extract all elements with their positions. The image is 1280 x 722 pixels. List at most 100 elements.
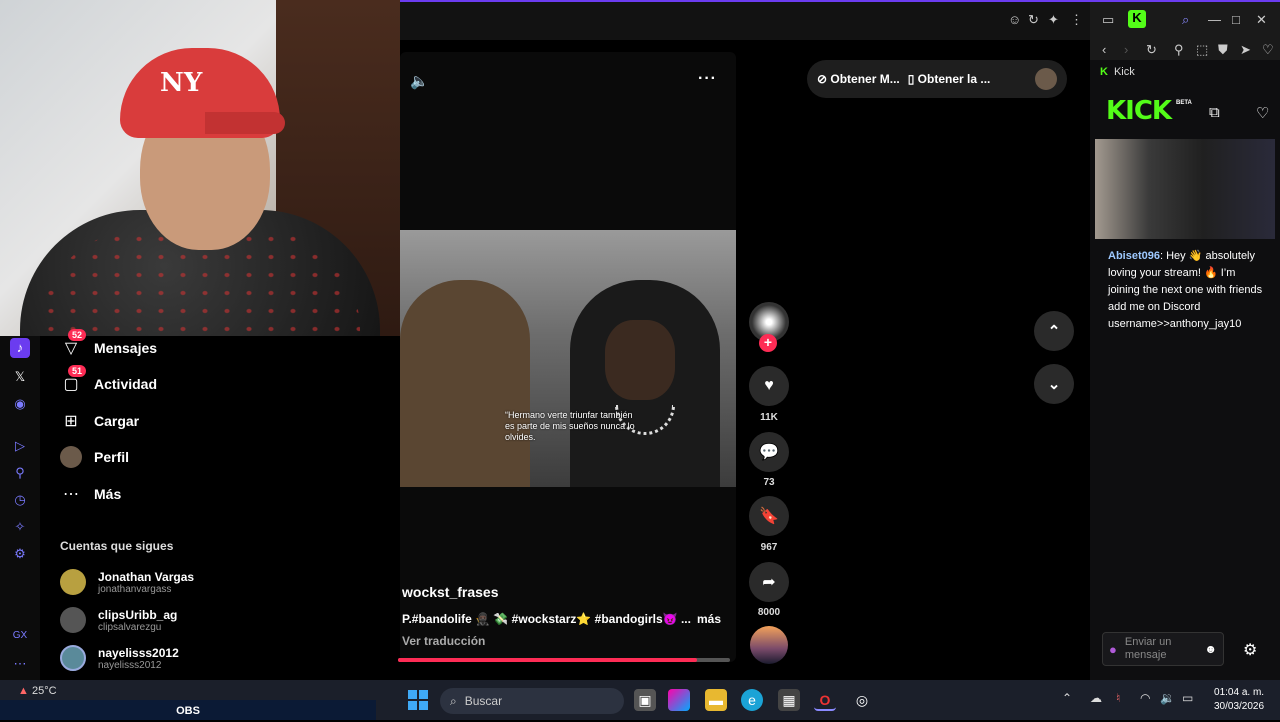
- obs-app-icon[interactable]: ◎: [851, 689, 873, 711]
- following-item[interactable]: clipsUribb_ag clipsalvarezgu: [60, 604, 177, 636]
- taskbar-search-label: Buscar: [464, 694, 503, 708]
- mic-icon[interactable]: ●: [1109, 642, 1117, 657]
- activity-badge: 51: [68, 365, 87, 377]
- chat-username[interactable]: Abiset096: [1108, 250, 1160, 262]
- emoji-icon[interactable]: ☺: [1008, 12, 1021, 27]
- pin-icon[interactable]: ⚲: [10, 463, 30, 483]
- search-icon[interactable]: ⌕: [1182, 12, 1189, 28]
- gamepad-icon[interactable]: ▭: [1102, 12, 1114, 28]
- next-video-button[interactable]: ⌄: [1034, 364, 1074, 404]
- tray-chevron-icon[interactable]: ⌃: [1062, 691, 1072, 705]
- get-app-bar: ⊘ Obtener M... ▯ Obtener la ...: [807, 60, 1067, 98]
- video-progress-bar[interactable]: [398, 658, 730, 662]
- messages-icon: ▽ 52: [60, 329, 87, 359]
- file-explorer-icon[interactable]: ▬: [705, 689, 727, 711]
- send-icon[interactable]: ➤: [1240, 42, 1251, 58]
- start-button[interactable]: [408, 690, 428, 710]
- pin-icon[interactable]: ⚲: [1174, 42, 1184, 58]
- video-more-icon[interactable]: ···: [698, 70, 717, 88]
- video-player[interactable]: [400, 230, 736, 487]
- tray-mic-icon[interactable]: ♮: [1116, 691, 1120, 705]
- volume-icon[interactable]: 🔉: [1160, 691, 1175, 705]
- minimize-icon[interactable]: —: [1208, 12, 1221, 27]
- gx-icon[interactable]: GX: [10, 626, 30, 646]
- phone-icon: ▯: [907, 72, 918, 86]
- following-item[interactable]: nayelisss2012 nayelisss2012: [60, 642, 179, 674]
- chevron-down-icon: ⌄: [1047, 376, 1061, 393]
- share-button[interactable]: ➦: [749, 562, 789, 602]
- heart-icon[interactable]: ♡: [1262, 42, 1274, 58]
- clock[interactable]: 01:04 a. m. 30/03/2026: [1214, 686, 1264, 714]
- settings-icon[interactable]: ⚙: [10, 544, 30, 564]
- reload-icon[interactable]: ↻: [1028, 12, 1039, 28]
- back-icon[interactable]: ‹: [1102, 42, 1106, 57]
- wifi-icon[interactable]: ◠: [1140, 691, 1150, 705]
- player-icon[interactable]: ▷: [10, 436, 30, 456]
- battery-icon[interactable]: ▭: [1182, 691, 1193, 705]
- more-icon[interactable]: ⋯: [10, 654, 30, 674]
- webcam-cap-logo: NY: [160, 68, 203, 98]
- video-author[interactable]: wockst_frases: [402, 584, 499, 600]
- description-more-link[interactable]: más: [697, 612, 721, 626]
- music-disc[interactable]: [750, 626, 788, 664]
- emoji-icon[interactable]: ☻: [1204, 642, 1217, 656]
- nav-upload[interactable]: ⊞ Cargar: [60, 406, 139, 436]
- maximize-icon[interactable]: □: [1232, 12, 1240, 27]
- following-item[interactable]: Jonathan Vargas jonathanvargass: [60, 566, 194, 598]
- copilot-icon[interactable]: [668, 689, 690, 711]
- following-handle: clipsalvarezgu: [98, 621, 162, 633]
- video-face: [605, 320, 675, 400]
- forward-icon[interactable]: ›: [1124, 42, 1128, 57]
- history-icon[interactable]: ◷: [10, 490, 30, 510]
- user-avatar[interactable]: [1035, 68, 1057, 90]
- nav-profile[interactable]: Perfil: [60, 442, 129, 472]
- nav-messages[interactable]: ▽ 52 Mensajes: [60, 329, 157, 363]
- chat-input[interactable]: ● Enviar un mensaje ☻: [1102, 632, 1224, 666]
- kick-stream-preview[interactable]: [1095, 139, 1275, 239]
- previous-video-button[interactable]: ⌃: [1034, 311, 1074, 351]
- following-name: nayelisss2012: [98, 645, 179, 660]
- like-button[interactable]: ♥: [749, 366, 789, 406]
- opera-gx-icon[interactable]: O: [814, 689, 836, 711]
- menu-dots-icon[interactable]: ⋮: [1070, 12, 1083, 28]
- nav-more-label: Más: [94, 486, 122, 502]
- following-title: Cuentas que sigues: [60, 539, 174, 553]
- nav-activity-label: Actividad: [94, 376, 158, 392]
- kick-app-icon[interactable]: K: [1128, 10, 1146, 28]
- edge-icon[interactable]: e: [741, 689, 763, 711]
- volume-icon[interactable]: 🔈: [410, 72, 429, 90]
- get-coins-button[interactable]: ⊘ Obtener M...: [817, 72, 900, 86]
- save-button[interactable]: 🔖: [749, 496, 789, 536]
- reload-icon[interactable]: ↻: [1146, 42, 1157, 58]
- heart-icon[interactable]: ♡: [1256, 104, 1269, 122]
- search-icon: ⌕: [450, 693, 457, 708]
- tray-cloud-icon[interactable]: ☁: [1090, 691, 1102, 705]
- shield-icon[interactable]: ⛊: [1218, 42, 1228, 58]
- follow-plus-icon[interactable]: +: [759, 334, 777, 352]
- popout-icon[interactable]: ⧉: [1209, 104, 1220, 121]
- chat-settings-icon[interactable]: ⚙: [1243, 640, 1257, 660]
- translate-link[interactable]: Ver traducción: [402, 634, 485, 648]
- kick-logo[interactable]: KICK: [1106, 96, 1172, 126]
- x-twitter-icon[interactable]: 𝕏: [10, 367, 30, 387]
- messages-badge: 52: [68, 329, 87, 341]
- extensions-icon[interactable]: ✧: [10, 517, 30, 537]
- chat-text: : Hey 👋 absolutely loving your stream! 🔥…: [1108, 250, 1263, 330]
- close-icon[interactable]: ✕: [1256, 12, 1267, 28]
- task-view-icon[interactable]: ▣: [634, 689, 656, 711]
- weather-widget[interactable]: ▲ 25°C: [18, 685, 57, 697]
- more-dots-icon: ⋯: [63, 486, 79, 503]
- bookmark-icon: 🔖: [759, 508, 779, 525]
- extension-icon[interactable]: ✦: [1048, 12, 1059, 28]
- comment-button[interactable]: 💬: [749, 432, 789, 472]
- obs-label: OBS: [0, 700, 376, 720]
- kick-browser-chrome: ▭ K ⌕ — □ ✕ ‹ › ↻ ⚲ ⬚ ⛊ ➤ ♡: [1090, 0, 1280, 60]
- screenshot-icon[interactable]: ⬚: [1196, 42, 1208, 58]
- discord-icon[interactable]: ◉: [10, 394, 30, 414]
- nav-more[interactable]: ⋯ Más: [60, 479, 121, 509]
- taskbar-search[interactable]: ⌕ Buscar: [440, 688, 624, 714]
- nav-activity[interactable]: ▢ 51 Actividad: [60, 365, 158, 399]
- tiktok-icon[interactable]: ♪: [10, 338, 30, 358]
- store-icon[interactable]: ▦: [778, 689, 800, 711]
- get-app-button[interactable]: ▯ Obtener la ...: [908, 72, 991, 86]
